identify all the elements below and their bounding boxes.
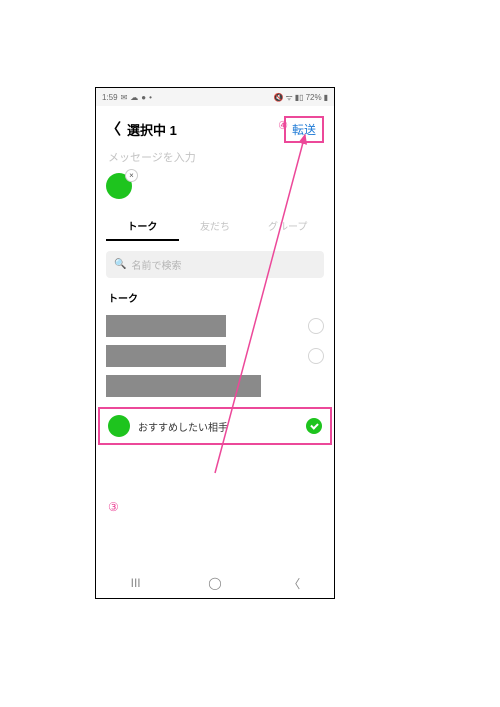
select-radio[interactable] xyxy=(308,318,324,334)
search-input[interactable]: 🔍 名前で検索 xyxy=(106,251,324,278)
search-icon: 🔍 xyxy=(114,259,126,270)
selected-avatars: × xyxy=(96,171,334,212)
status-right: 🔇 ᯤ ▮▯ 72% ▮ xyxy=(273,92,328,103)
section-title-talk: トーク xyxy=(96,286,334,311)
tab-talk[interactable]: トーク xyxy=(106,218,179,241)
checked-icon[interactable] xyxy=(306,418,322,434)
header-title: 選択中 1 xyxy=(127,120,177,139)
nav-recents[interactable]: III xyxy=(116,576,156,590)
phone-frame: 1:59 ✉ ☁ ● • 🔇 ᯤ ▮▯ 72% ▮ 〈 選択中 1 ④ 転送 メ… xyxy=(95,87,335,599)
step-3-label: ③ xyxy=(108,500,119,514)
list-item[interactable] xyxy=(106,371,324,401)
nav-home[interactable]: ◯ xyxy=(195,576,235,590)
mute-icon: 🔇 xyxy=(273,93,283,102)
tabs: トーク 友だち グループ xyxy=(96,212,334,241)
battery-icon: ▮ xyxy=(324,93,328,102)
step-4-label: ④ xyxy=(278,119,288,132)
dots-icon: • xyxy=(149,93,152,102)
forward-button[interactable]: 転送 xyxy=(284,116,324,143)
tab-friends[interactable]: 友だち xyxy=(179,218,252,241)
header: 〈 選択中 1 ④ 転送 xyxy=(96,106,334,149)
redacted-name xyxy=(106,315,226,337)
contact-avatar xyxy=(108,415,130,437)
talk-list xyxy=(96,311,334,401)
select-radio[interactable] xyxy=(308,348,324,364)
redacted-name xyxy=(106,345,226,367)
redacted-name xyxy=(106,375,261,397)
message-input[interactable]: メッセージを入力 xyxy=(96,149,334,171)
tab-groups[interactable]: グループ xyxy=(251,218,324,241)
wifi-icon: ᯤ xyxy=(285,92,292,103)
android-navbar: III ◯ 〈 xyxy=(96,568,334,598)
list-item[interactable] xyxy=(106,311,324,341)
signal-icon: ▮▯ xyxy=(295,93,304,102)
msg-icon: ✉ xyxy=(121,93,128,102)
selected-avatar[interactable]: × xyxy=(106,173,132,199)
search-placeholder: 名前で検索 xyxy=(131,257,181,272)
status-bar: 1:59 ✉ ☁ ● • 🔇 ᯤ ▮▯ 72% ▮ xyxy=(96,88,334,106)
battery-text: 72% xyxy=(306,93,322,102)
list-item[interactable] xyxy=(106,341,324,371)
remove-avatar-icon[interactable]: × xyxy=(125,169,138,182)
nav-back[interactable]: 〈 xyxy=(274,575,314,592)
chat-icon: ● xyxy=(141,93,146,102)
back-button[interactable]: 〈 xyxy=(106,122,121,137)
contact-label: おすすめしたい相手 xyxy=(138,419,298,434)
cloud-icon: ☁ xyxy=(130,93,138,102)
selected-contact-row[interactable]: おすすめしたい相手 xyxy=(98,407,332,445)
status-time: 1:59 xyxy=(102,93,118,102)
status-left: 1:59 ✉ ☁ ● • xyxy=(102,93,152,102)
